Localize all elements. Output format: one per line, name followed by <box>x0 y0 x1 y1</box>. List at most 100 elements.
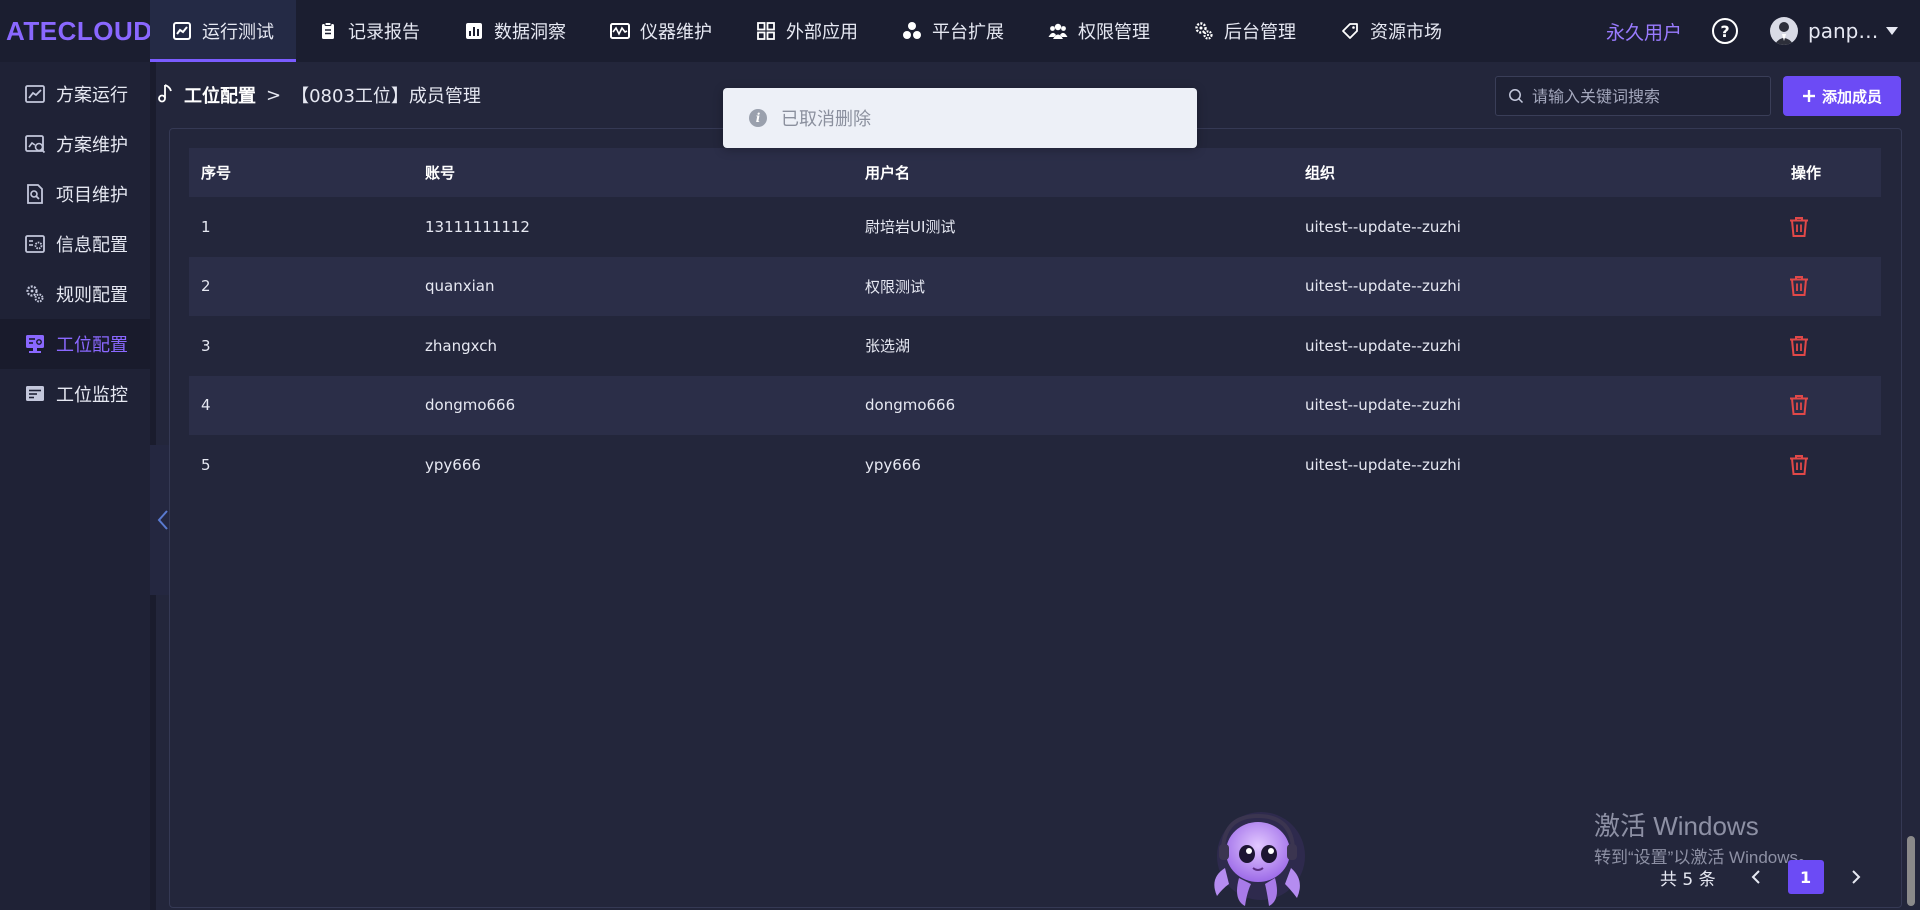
plus-icon <box>1802 90 1815 102</box>
nav-item-run-test[interactable]: 运行测试 <box>150 0 296 62</box>
cluster-icon <box>902 21 922 41</box>
cell-ops <box>1733 215 1881 239</box>
sidebar-item-plan-maintain[interactable]: 方案维护 <box>0 119 150 169</box>
tag-icon <box>1340 21 1360 41</box>
header-ops-label: 操作 <box>1790 164 1821 182</box>
table-row: 2 quanxian 权限测试 uitest--update--zuzhi <box>189 256 1881 316</box>
cell-org: uitest--update--zuzhi <box>1305 217 1461 236</box>
trash-icon[interactable] <box>1787 393 1811 417</box>
sidebar-item-label: 方案运行 <box>56 85 128 106</box>
header-account: 账号 <box>425 164 456 182</box>
nav-item-permissions[interactable]: 权限管理 <box>1026 0 1172 62</box>
cell-ops <box>1733 393 1881 417</box>
cell-account: ypy666 <box>425 455 481 474</box>
table-row: 4 dongmo666 dongmo666 uitest--update--zu… <box>189 375 1881 435</box>
cell-account: dongmo666 <box>425 396 516 415</box>
pagination: 共 5 条 1 <box>1660 860 1866 894</box>
cell-account: quanxian <box>425 277 495 296</box>
header-org: 组织 <box>1305 164 1336 182</box>
sidebar-item-label: 工位监控 <box>56 385 128 406</box>
watermark-title: 激活 Windows <box>1594 811 1759 841</box>
cell-ops <box>1733 334 1881 358</box>
scrollbar[interactable] <box>1907 836 1915 906</box>
gears-icon <box>24 283 46 305</box>
nav-label: 权限管理 <box>1078 22 1150 43</box>
header-ops: 操作 <box>1733 162 1881 183</box>
nav-label: 后台管理 <box>1224 22 1296 43</box>
app-logo[interactable]: ATECLOUD <box>0 16 152 47</box>
nav-item-data-insight[interactable]: 数据洞察 <box>442 0 588 62</box>
sidebar-item-project-maintain[interactable]: 项目维护 <box>0 169 150 219</box>
users-icon <box>1048 21 1068 41</box>
header-right: 永久用户 ? panp… <box>1606 0 1920 62</box>
trash-icon[interactable] <box>1787 453 1811 477</box>
trash-icon[interactable] <box>1787 215 1811 239</box>
grid-icon <box>756 21 776 41</box>
table-row: 5 ypy666 ypy666 uitest--update--zuzhi <box>189 435 1881 495</box>
nav-item-admin[interactable]: 后台管理 <box>1172 0 1318 62</box>
breadcrumb-separator: > <box>266 84 282 106</box>
chart-line-icon <box>172 21 192 41</box>
cell-username: ypy666 <box>865 455 921 474</box>
cell-account: 13111111112 <box>425 217 530 236</box>
nav-item-platform-ext[interactable]: 平台扩展 <box>880 0 1026 62</box>
breadcrumb: 工位配置 > 【0803工位】成员管理 <box>156 82 481 108</box>
document-search-icon <box>24 183 46 205</box>
dashboard-icon <box>24 383 46 405</box>
page-1-button[interactable]: 1 <box>1787 860 1824 894</box>
table-row: 1 13111111112 尉培岩UI测试 uitest--update--zu… <box>189 197 1881 257</box>
trash-icon[interactable] <box>1787 334 1811 358</box>
sidebar-item-plan-run[interactable]: 方案运行 <box>0 69 150 119</box>
assistant-mascot[interactable] <box>1205 808 1311 910</box>
search-chart-icon <box>24 133 46 155</box>
chevron-down-icon[interactable] <box>1886 27 1898 35</box>
nav-item-resource-market[interactable]: 资源市场 <box>1318 0 1464 62</box>
music-note-icon <box>156 83 174 108</box>
next-page-button[interactable] <box>1846 867 1866 887</box>
settings-panel-icon <box>24 233 46 255</box>
sidebar-item-rule-config[interactable]: 规则配置 <box>0 269 150 319</box>
chevron-right-icon <box>1851 870 1861 884</box>
sidebar: 方案运行 方案维护 项目维护 信息配置 规则配置 工位配置 工位监控 <box>0 62 150 910</box>
sidebar-item-label: 规则配置 <box>56 285 128 306</box>
vip-label: 永久用户 <box>1605 21 1682 44</box>
cell-org: uitest--update--zuzhi <box>1305 336 1461 355</box>
trash-icon[interactable] <box>1787 274 1811 298</box>
chart-line-icon <box>24 83 46 105</box>
avatar[interactable] <box>1770 17 1798 45</box>
sidebar-item-info-config[interactable]: 信息配置 <box>0 219 150 269</box>
cell-ops <box>1733 453 1881 477</box>
prev-page-button[interactable] <box>1746 867 1766 887</box>
table-row: 3 zhangxch 张选湖 uitest--update--zuzhi <box>189 316 1881 376</box>
nav-label: 外部应用 <box>786 22 858 43</box>
page-title: 【0803工位】成员管理 <box>291 86 481 107</box>
cell-index: 1 <box>201 217 211 236</box>
sidebar-item-label: 工位配置 <box>56 335 128 356</box>
cell-index: 3 <box>201 336 211 355</box>
windows-activation-watermark: 激活 Windows 转到“设置”以激活 Windows。 <box>1594 806 1815 868</box>
sidebar-item-station-config[interactable]: 工位配置 <box>0 319 150 369</box>
nav-item-instruments[interactable]: 仪器维护 <box>588 0 734 62</box>
help-icon[interactable]: ? <box>1712 18 1738 44</box>
search-box[interactable] <box>1495 76 1771 116</box>
cell-org: uitest--update--zuzhi <box>1305 277 1461 296</box>
sidebar-item-label: 项目维护 <box>56 185 128 206</box>
breadcrumb-root[interactable]: 工位配置 <box>184 82 256 108</box>
cell-org: uitest--update--zuzhi <box>1305 396 1461 415</box>
cell-username: 权限测试 <box>865 277 926 296</box>
search-input[interactable] <box>1532 86 1752 106</box>
chevron-left-icon <box>1751 870 1760 884</box>
username[interactable]: panp… <box>1808 19 1878 43</box>
nav-label: 平台扩展 <box>932 22 1004 43</box>
oscilloscope-icon <box>610 21 630 41</box>
cell-username: 张选湖 <box>865 337 911 356</box>
add-member-button[interactable]: 添加成员 <box>1783 76 1901 116</box>
info-icon: i <box>749 109 767 127</box>
nav-label: 记录报告 <box>348 22 420 43</box>
nav-item-reports[interactable]: 记录报告 <box>296 0 442 62</box>
cell-ops <box>1733 274 1881 298</box>
nav-item-external-apps[interactable]: 外部应用 <box>734 0 880 62</box>
sidebar-item-station-monitor[interactable]: 工位监控 <box>0 369 150 419</box>
table-header: 序号 账号 用户名 组织 操作 <box>189 148 1881 197</box>
cell-username: dongmo666 <box>865 396 956 415</box>
